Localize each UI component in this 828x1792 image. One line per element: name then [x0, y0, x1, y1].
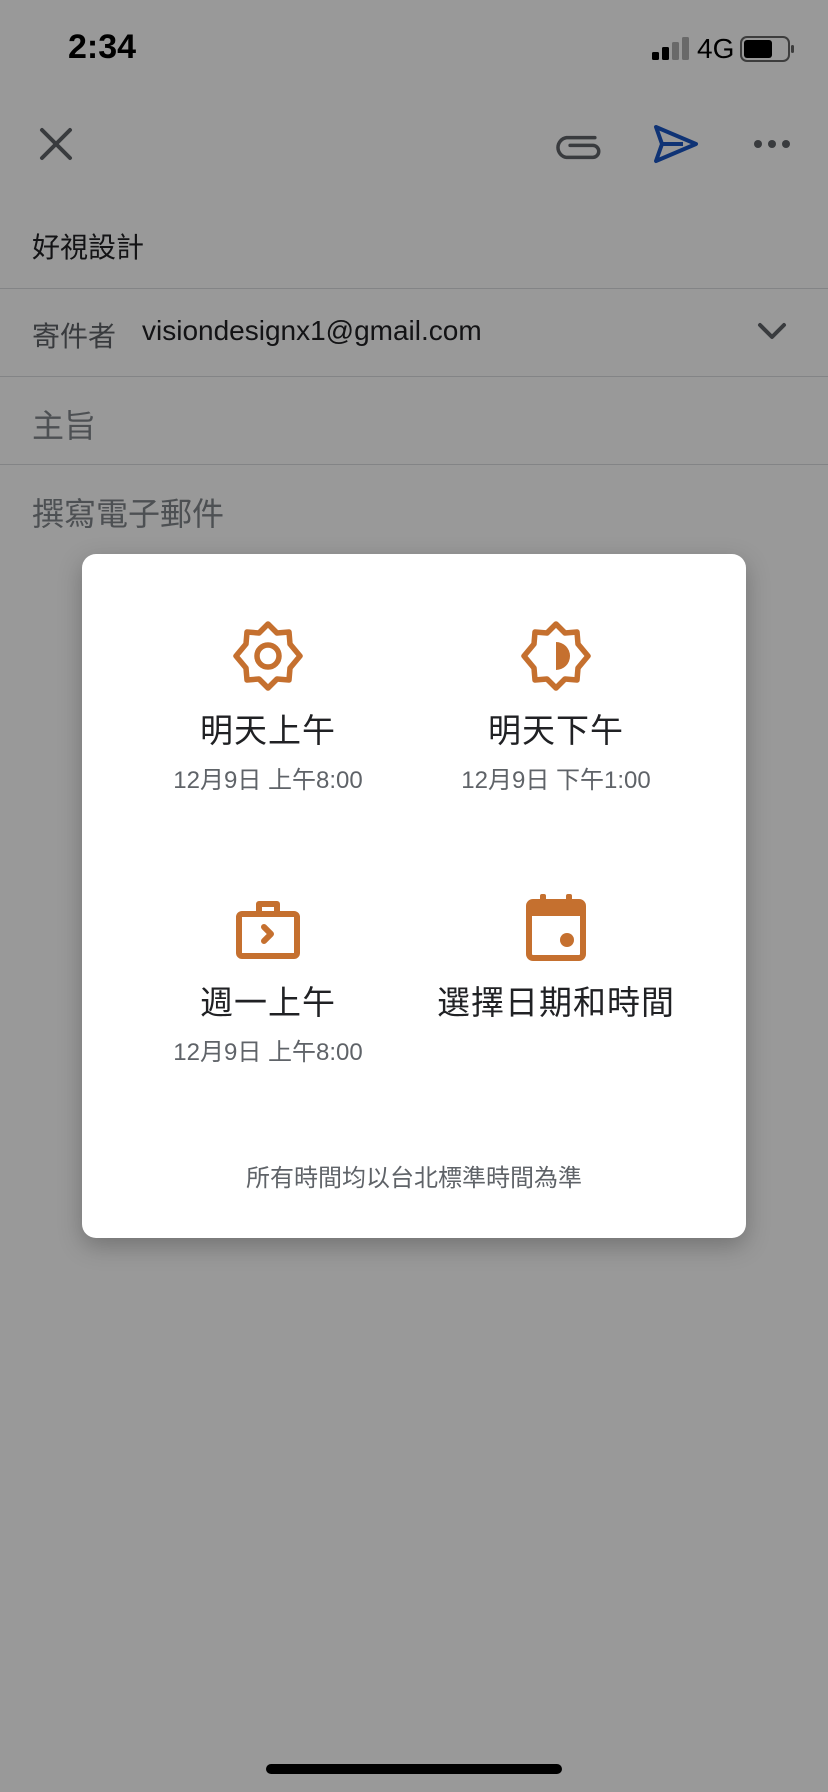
option-tomorrow-morning[interactable]: 明天上午 12月9日 上午8:00	[118, 620, 418, 795]
option-pick-date-time[interactable]: 選擇日期和時間	[406, 892, 706, 1024]
sun-icon	[233, 621, 303, 691]
option-title: 明天上午	[200, 712, 336, 749]
schedule-send-dialog: 明天上午 12月9日 上午8:00 明天下午 12月9日 下午1:00 週一上午…	[82, 554, 746, 1238]
timezone-note: 所有時間均以台北標準時間為準	[246, 1165, 582, 1192]
option-title: 週一上午	[200, 984, 336, 1021]
option-monday-morning[interactable]: 週一上午 12月9日 上午8:00	[118, 892, 418, 1067]
option-subtitle: 12月9日 下午1:00	[461, 767, 651, 794]
briefcase-icon	[236, 901, 300, 959]
option-subtitle: 12月9日 上午8:00	[173, 1039, 363, 1066]
option-title: 明天下午	[488, 712, 624, 749]
option-tomorrow-afternoon[interactable]: 明天下午 12月9日 下午1:00	[406, 620, 706, 795]
calendar-icon	[526, 894, 586, 961]
home-indicator[interactable]	[266, 1764, 562, 1774]
option-subtitle: 12月9日 上午8:00	[173, 767, 363, 794]
half-sun-icon	[521, 621, 591, 691]
option-title: 選擇日期和時間	[437, 984, 675, 1021]
